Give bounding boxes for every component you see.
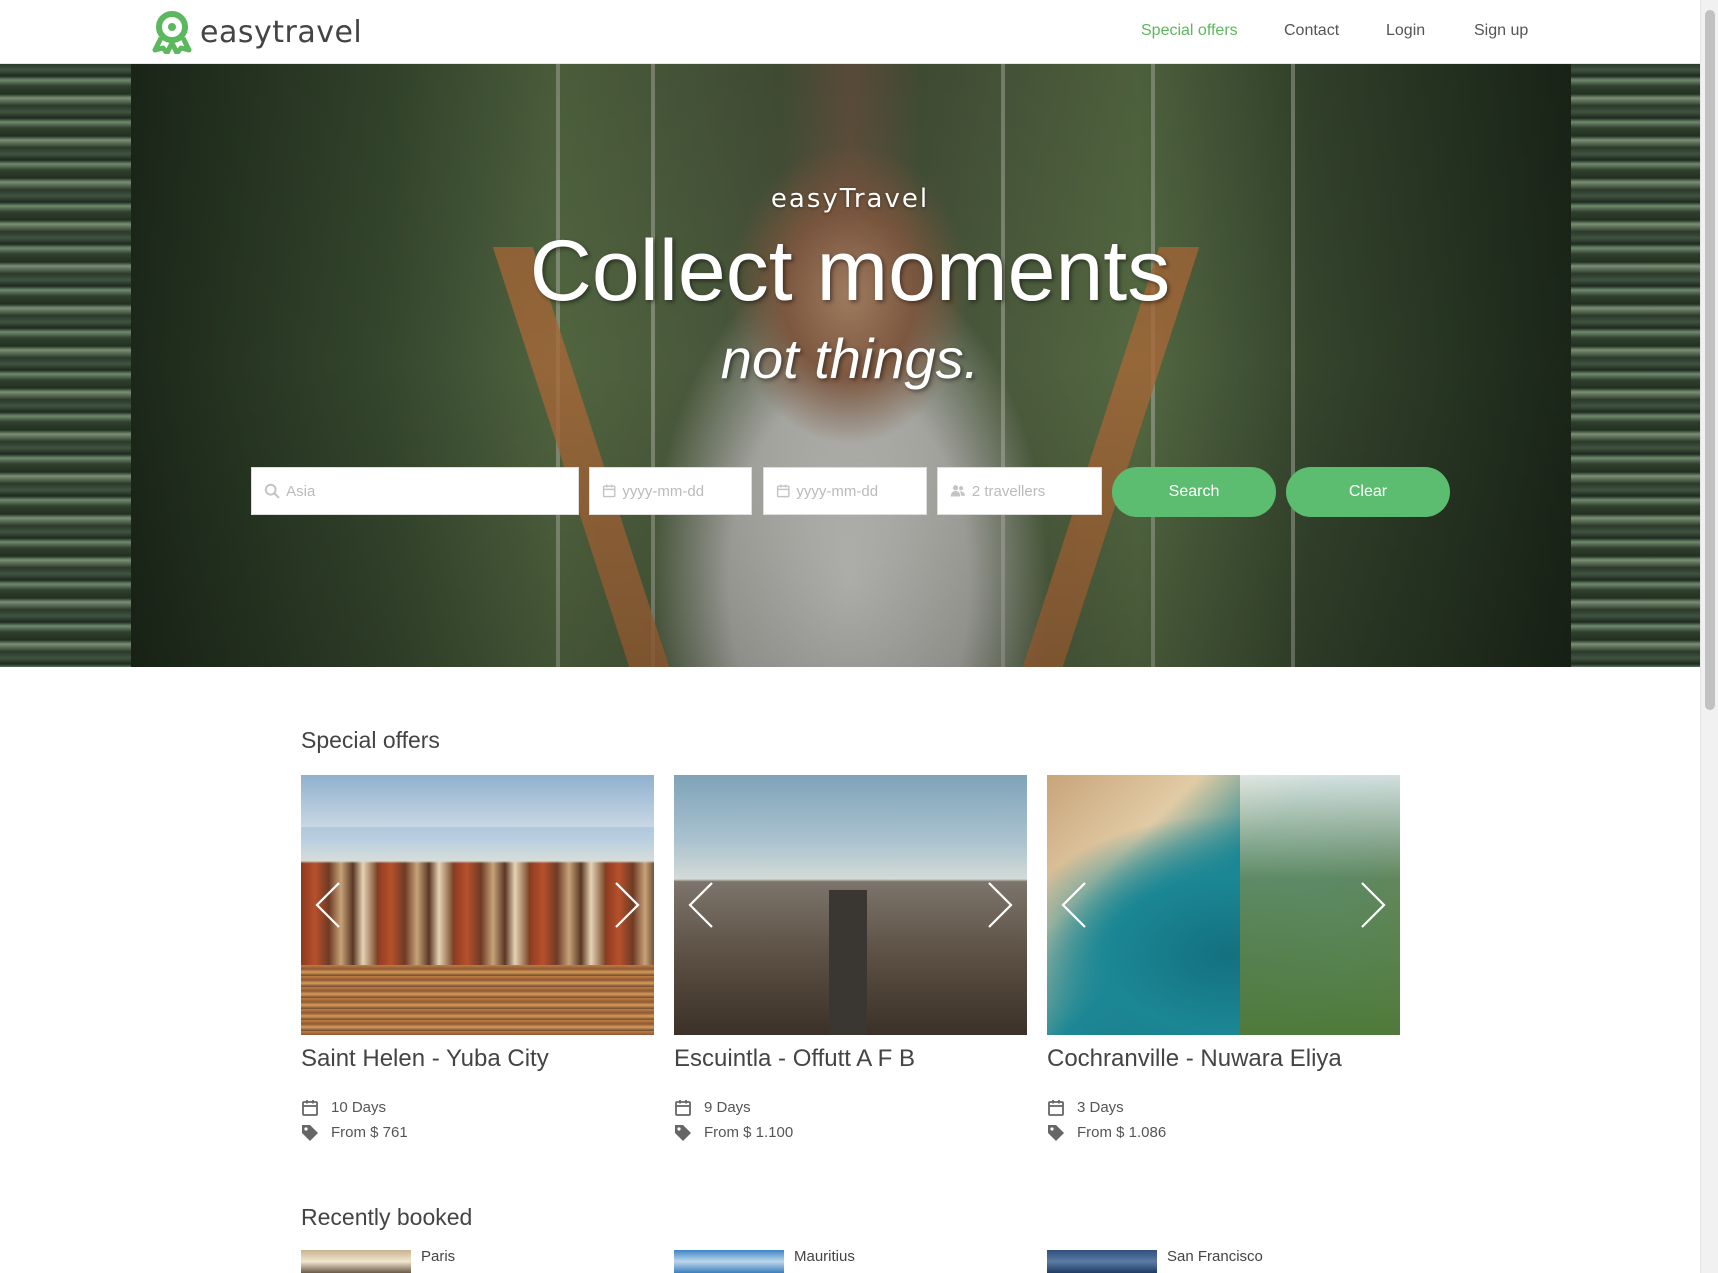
map-pin-icon: [152, 11, 192, 54]
calendar-icon: [675, 1099, 691, 1116]
offer-image: [674, 775, 1027, 1035]
offer-card[interactable]: Cochranville - Nuwara Eliya 3 Days From …: [1047, 775, 1400, 1145]
nav-special-offers[interactable]: Special offers: [1141, 22, 1238, 40]
recently-booked-heading: Recently booked: [301, 1204, 473, 1230]
calendar-icon: [602, 484, 616, 498]
recent-item[interactable]: Mauritius: [674, 1248, 855, 1273]
users-icon: [950, 485, 966, 497]
calendar-icon: [776, 484, 790, 498]
chevron-right-icon[interactable]: [612, 880, 642, 930]
to-date-field[interactable]: [763, 467, 927, 515]
offer-duration: 9 Days: [704, 1099, 751, 1116]
logo-text: easytravel: [200, 14, 363, 50]
offer-meta: 3 Days From $ 1.086: [1047, 1095, 1400, 1145]
offer-duration: 10 Days: [331, 1099, 387, 1116]
offer-card[interactable]: Escuintla - Offutt A F B 9 Days From $ 1…: [674, 775, 1027, 1145]
site-header: easytravel Special offers Contact Login …: [0, 0, 1700, 64]
search-icon: [264, 483, 280, 499]
search-button[interactable]: Search: [1112, 467, 1276, 517]
calendar-icon: [302, 1099, 318, 1116]
nav-contact[interactable]: Contact: [1284, 22, 1339, 40]
travellers-input[interactable]: [971, 482, 1101, 500]
offer-title[interactable]: Saint Helen - Yuba City: [301, 1045, 654, 1073]
recent-item-name[interactable]: Paris: [421, 1248, 455, 1265]
hero-subtitle: not things.: [720, 327, 980, 390]
hero-brand: easyTravel: [770, 184, 930, 214]
chevron-right-icon[interactable]: [985, 880, 1015, 930]
nav-login[interactable]: Login: [1386, 22, 1425, 40]
scrollbar-thumb[interactable]: [1705, 10, 1715, 710]
offer-duration: 3 Days: [1077, 1099, 1124, 1116]
offer-price: From $ 1.100: [704, 1124, 794, 1141]
logo[interactable]: easytravel: [152, 10, 362, 54]
offer-card[interactable]: Saint Helen - Yuba City 10 Days From $ 7…: [301, 775, 654, 1145]
chevron-left-icon[interactable]: [686, 880, 716, 930]
offer-image: [1047, 775, 1400, 1035]
price-tag-icon: [675, 1124, 691, 1141]
chevron-left-icon[interactable]: [313, 880, 343, 930]
price-tag-icon: [1048, 1124, 1064, 1141]
recent-thumbnail: [1047, 1250, 1157, 1273]
recent-item-name[interactable]: San Francisco: [1167, 1248, 1263, 1265]
offer-title[interactable]: Cochranville - Nuwara Eliya: [1047, 1045, 1400, 1073]
hero-title: Collect moments: [529, 223, 1171, 319]
recent-item-name[interactable]: Mauritius: [794, 1248, 855, 1265]
chevron-right-icon[interactable]: [1358, 880, 1388, 930]
special-offers-heading: Special offers: [301, 727, 440, 753]
chevron-left-icon[interactable]: [1059, 880, 1089, 930]
offer-title[interactable]: Escuintla - Offutt A F B: [674, 1045, 1027, 1073]
recent-item[interactable]: San Francisco: [1047, 1248, 1263, 1273]
offer-price: From $ 1.086: [1077, 1124, 1167, 1141]
calendar-icon: [1048, 1099, 1064, 1116]
price-tag-icon: [302, 1124, 318, 1141]
destination-input[interactable]: [286, 482, 578, 500]
destination-field[interactable]: [251, 467, 579, 515]
from-date-input[interactable]: [622, 482, 751, 500]
offer-meta: 10 Days From $ 761: [301, 1095, 654, 1145]
hero-section: easyTravel Collect moments not things. A…: [0, 64, 1700, 667]
clear-button[interactable]: Clear: [1286, 467, 1450, 517]
page-scrollbar[interactable]: [1700, 0, 1718, 1273]
recent-thumbnail: [301, 1250, 411, 1273]
recent-thumbnail: [674, 1250, 784, 1273]
offer-image: [301, 775, 654, 1035]
nav-sign-up[interactable]: Sign up: [1474, 22, 1528, 40]
offer-price: From $ 761: [331, 1124, 408, 1141]
recent-item[interactable]: Paris: [301, 1248, 455, 1273]
to-date-input[interactable]: [796, 482, 926, 500]
from-date-field[interactable]: [589, 467, 752, 515]
travellers-field[interactable]: [937, 467, 1102, 515]
offer-meta: 9 Days From $ 1.100: [674, 1095, 1027, 1145]
